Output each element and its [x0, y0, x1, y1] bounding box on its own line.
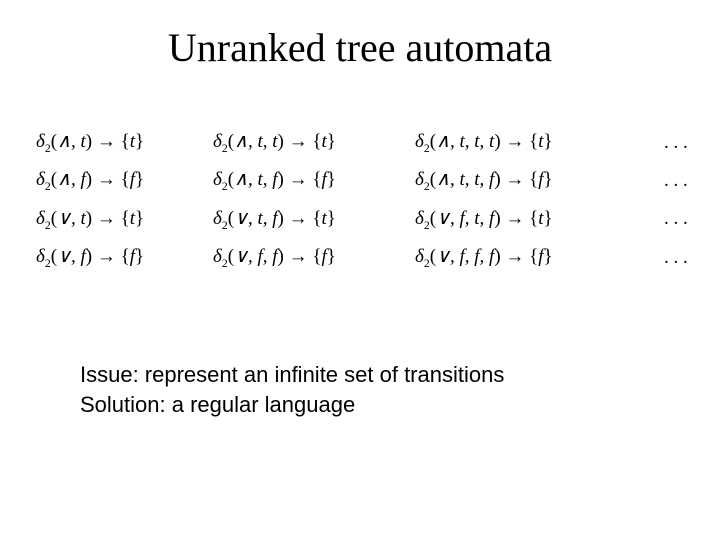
- formula-cell: δ2(∧, t, t) → {t}: [212, 128, 414, 158]
- formula-cell: δ2(∨, f, t, f) → {t}: [414, 205, 662, 235]
- ellipsis: . . .: [662, 128, 695, 158]
- formula-row: δ2(∨, t) → {t}δ2(∨, t, f) → {t}δ2(∨, f, …: [35, 205, 695, 235]
- formula-cell: δ2(∨, f) → {f}: [35, 243, 212, 273]
- formula-cell: δ2(∧, t, t, t) → {t}: [414, 128, 662, 158]
- ellipsis: . . .: [662, 243, 695, 273]
- formula-row: δ2(∨, f) → {f}δ2(∨, f, f) → {f}δ2(∨, f, …: [35, 243, 695, 273]
- formula-row: δ2(∧, f) → {f}δ2(∧, t, f) → {f}δ2(∧, t, …: [35, 166, 695, 196]
- formula-block: δ2(∧, t) → {t}δ2(∧, t, t) → {t}δ2(∧, t, …: [35, 120, 695, 281]
- formula-cell: δ2(∨, t) → {t}: [35, 205, 212, 235]
- ellipsis: . . .: [662, 166, 695, 196]
- formula-cell: δ2(∨, f, f, f) → {f}: [414, 243, 662, 273]
- caption-block: Issue: represent an infinite set of tran…: [80, 360, 504, 419]
- caption-line-1: Issue: represent an infinite set of tran…: [80, 360, 504, 390]
- formula-cell: δ2(∧, t, f) → {f}: [212, 166, 414, 196]
- formula-cell: δ2(∧, f) → {f}: [35, 166, 212, 196]
- formula-cell: δ2(∨, t, f) → {t}: [212, 205, 414, 235]
- formula-cell: δ2(∨, f, f) → {f}: [212, 243, 414, 273]
- formula-cell: δ2(∧, t) → {t}: [35, 128, 212, 158]
- slide: Unranked tree automata δ2(∧, t) → {t}δ2(…: [0, 0, 720, 540]
- formula-table: δ2(∧, t) → {t}δ2(∧, t, t) → {t}δ2(∧, t, …: [35, 120, 695, 281]
- formula-row: δ2(∧, t) → {t}δ2(∧, t, t) → {t}δ2(∧, t, …: [35, 128, 695, 158]
- formula-cell: δ2(∧, t, t, f) → {f}: [414, 166, 662, 196]
- slide-title: Unranked tree automata: [0, 24, 720, 71]
- caption-line-2: Solution: a regular language: [80, 390, 504, 420]
- ellipsis: . . .: [662, 205, 695, 235]
